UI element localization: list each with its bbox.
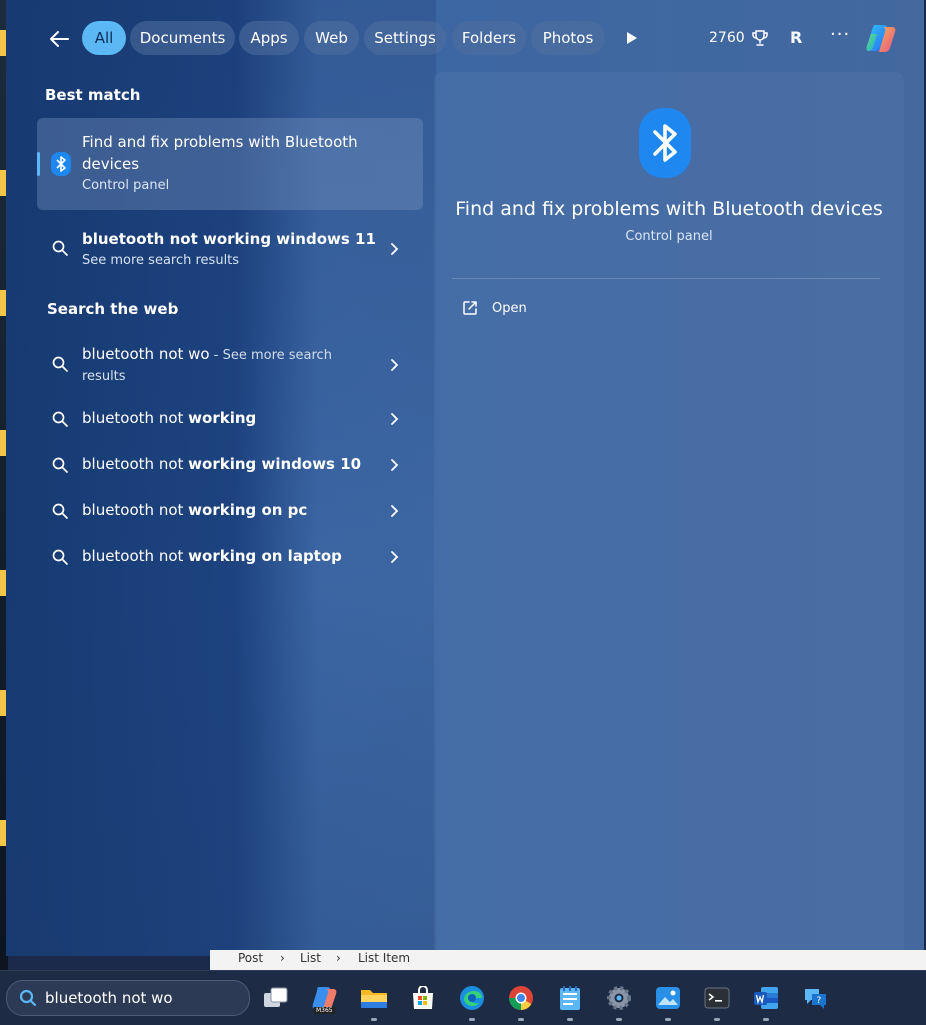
search-icon — [52, 549, 68, 565]
more-options-button[interactable]: ··· — [830, 24, 850, 45]
svg-text:?: ? — [817, 996, 822, 1006]
arrow-left-icon — [50, 31, 69, 47]
taskbar-search[interactable] — [6, 980, 250, 1016]
get-help-icon[interactable]: ? — [801, 984, 829, 1012]
search-icon — [19, 989, 37, 1007]
web-result-prefix: bluetooth not — [82, 409, 189, 427]
points-value: 2760 — [709, 30, 745, 46]
web-result-working[interactable]: bluetooth not working — [37, 404, 423, 434]
chevron-right-icon — [391, 551, 399, 563]
best-match-heading: Best match — [45, 86, 141, 104]
search-flyout: All Documents Apps Web Settings Folders … — [6, 0, 924, 956]
bluetooth-icon — [639, 108, 691, 178]
notepad-icon[interactable] — [556, 984, 584, 1021]
search-web-heading: Search the web — [47, 300, 179, 318]
preview-pane: Find and fix problems with Bluetooth dev… — [434, 72, 904, 956]
web-result-bold: working — [188, 409, 257, 427]
crumb-list: List — [300, 951, 321, 965]
more-filters-button[interactable] — [626, 30, 638, 49]
search-icon — [52, 503, 68, 519]
trophy-icon — [751, 30, 768, 46]
play-icon — [627, 32, 637, 44]
web-result-prefix: bluetooth not — [82, 501, 189, 519]
web-result-on-laptop[interactable]: bluetooth not working on laptop — [37, 542, 423, 572]
best-match-subtitle: Control panel — [82, 178, 170, 193]
crumb-post: Post — [238, 951, 264, 965]
best-match-title: Find and fix problems with Bluetooth dev… — [82, 133, 358, 173]
search-icon — [52, 240, 68, 256]
web-result-on-pc[interactable]: bluetooth not working on pc — [37, 496, 423, 526]
web-result-prefix: bluetooth not — [82, 455, 189, 473]
terminal-icon[interactable] — [703, 984, 731, 1021]
web-result-bold: working on pc — [188, 501, 308, 519]
web-result-bold: working on laptop — [188, 547, 342, 565]
search-icon — [52, 356, 68, 372]
m365-label: M365 — [314, 1007, 335, 1014]
web-result-bold: working windows 10 — [188, 455, 362, 473]
search-icon — [52, 411, 68, 427]
settings-icon[interactable] — [605, 984, 633, 1021]
taskbar: M365 ? — [0, 970, 926, 1025]
chrome-icon[interactable] — [507, 984, 535, 1021]
suggestion-subtitle: See more search results — [82, 253, 240, 268]
filter-bar: All Documents Apps Web Settings Folders … — [6, 20, 924, 58]
preview-subtitle: Control panel — [625, 229, 713, 244]
web-query-suffix: - See more search — [209, 348, 332, 363]
chevron-right-icon — [391, 359, 399, 371]
tab-web[interactable]: Web — [304, 21, 359, 55]
back-button[interactable] — [44, 24, 74, 54]
tab-settings[interactable]: Settings — [364, 21, 446, 55]
web-result-prefix: bluetooth not — [82, 547, 189, 565]
tab-documents[interactable]: Documents — [130, 21, 235, 55]
m365-copilot-icon[interactable]: M365 — [311, 984, 339, 1014]
word-icon[interactable] — [752, 984, 780, 1021]
tab-apps[interactable]: Apps — [239, 21, 299, 55]
search-icon — [52, 457, 68, 473]
tab-all[interactable]: All — [82, 21, 126, 55]
background-breadcrumb: Post › List › List Item — [210, 950, 926, 970]
user-avatar[interactable]: R — [790, 28, 802, 47]
open-label: Open — [492, 300, 527, 316]
preview-title: Find and fix problems with Bluetooth dev… — [455, 198, 883, 220]
divider — [452, 278, 880, 279]
suggestion-windows-11[interactable]: bluetooth not working windows 11 See mor… — [37, 226, 423, 272]
edge-icon[interactable] — [458, 984, 486, 1021]
microsoft-store-icon[interactable] — [409, 984, 437, 1012]
crumb-list-item: List Item — [358, 951, 411, 965]
web-result-query[interactable]: bluetooth not wo - See more search resul… — [37, 340, 423, 388]
chevron-right-icon — [391, 505, 399, 517]
photos-icon[interactable] — [654, 984, 682, 1021]
copilot-icon[interactable] — [864, 21, 900, 55]
chevron-right-icon — [391, 243, 399, 255]
chevron-right-icon — [391, 413, 399, 425]
chevron-right-icon — [391, 459, 399, 471]
tab-folders[interactable]: Folders — [452, 21, 526, 55]
tab-photos[interactable]: Photos — [531, 21, 605, 55]
bluetooth-icon — [51, 152, 71, 176]
web-query-text: bluetooth not wo — [82, 345, 210, 363]
search-input[interactable] — [45, 989, 235, 1007]
best-match-result[interactable]: Find and fix problems with Bluetooth dev… — [37, 118, 423, 210]
selection-indicator — [37, 152, 40, 176]
task-view-icon[interactable] — [262, 984, 290, 1012]
rewards-points[interactable]: 2760 — [709, 29, 769, 47]
suggestion-title: bluetooth not working windows 11 — [82, 230, 376, 248]
web-query-suffix-line2: results — [82, 369, 126, 384]
web-result-windows-10[interactable]: bluetooth not working windows 10 — [37, 450, 423, 480]
file-explorer-icon[interactable] — [360, 984, 388, 1021]
open-action[interactable]: Open — [462, 300, 527, 316]
open-external-icon — [463, 301, 477, 315]
